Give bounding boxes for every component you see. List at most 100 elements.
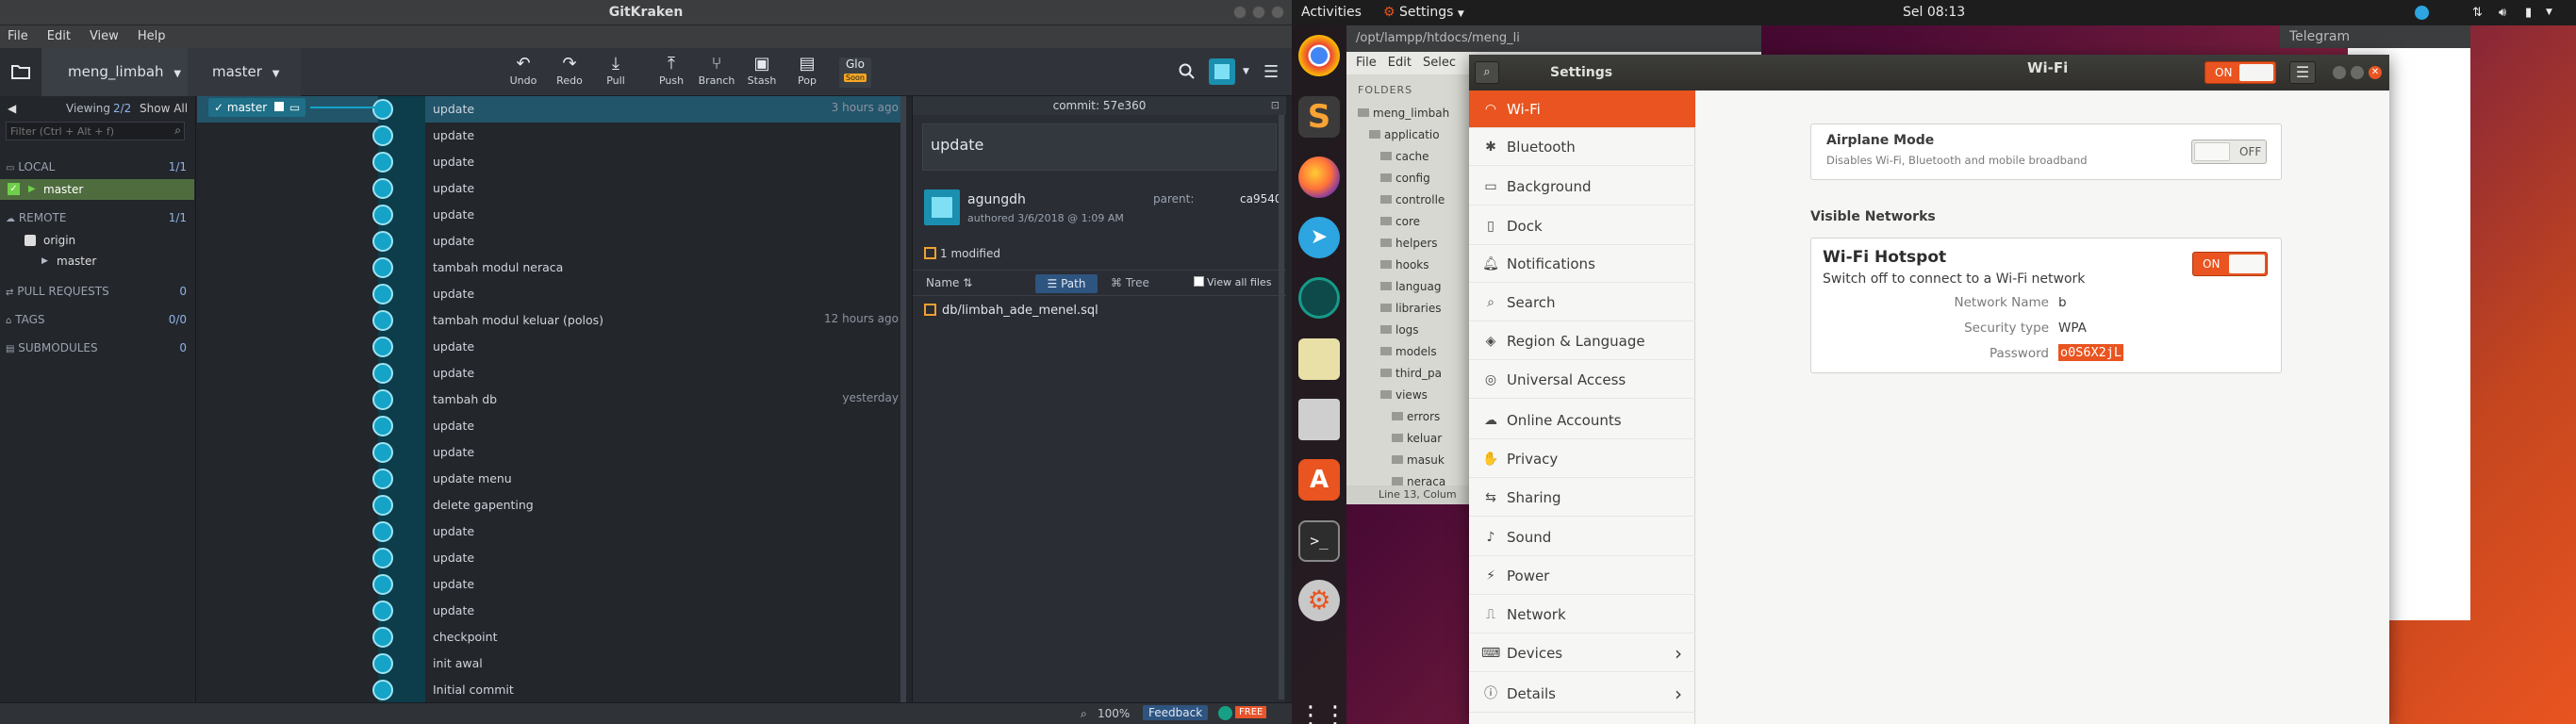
commit-avatar-node[interactable] xyxy=(372,310,393,331)
close-button[interactable] xyxy=(1271,6,1284,19)
undo-button[interactable]: ↶ Undo xyxy=(503,54,544,87)
maximize-button[interactable] xyxy=(1252,6,1265,19)
sidebar-item-online-accounts[interactable]: ☁ Online Accounts xyxy=(1469,402,1695,439)
terminal-icon[interactable]: >_ xyxy=(1298,520,1340,562)
commit-row[interactable]: tambah modul keluar (polos) 12 hours ago xyxy=(197,307,906,334)
commit-row[interactable]: update xyxy=(197,334,906,360)
folder-icon[interactable] xyxy=(0,48,41,96)
minimize-button[interactable] xyxy=(2333,66,2346,79)
detail-scrollbar[interactable] xyxy=(1279,115,1284,699)
commit-avatar-node[interactable] xyxy=(372,521,393,542)
commit-row[interactable]: update xyxy=(197,571,906,598)
commit-row[interactable]: update xyxy=(197,439,906,466)
local-branch-item[interactable]: ✓ ▶ master xyxy=(0,179,194,200)
sidebar-item-universal-access[interactable]: ◎ Universal Access xyxy=(1469,361,1695,399)
parent-sha[interactable]: ca9540 xyxy=(1240,192,1282,206)
remote-origin-item[interactable]: origin xyxy=(0,230,194,251)
sidebar-item-details[interactable]: ⓘ Details › xyxy=(1469,675,1695,713)
commit-avatar-node[interactable] xyxy=(372,284,393,304)
hamburger-menu-icon[interactable]: ☰ xyxy=(2289,61,2316,84)
pull-requests-header[interactable]: ⇄ PULL REQUESTS 0 xyxy=(0,281,194,302)
commit-avatar-node[interactable] xyxy=(372,627,393,648)
remote-branch-item[interactable]: ▶ master xyxy=(0,251,194,272)
commit-row[interactable]: init awal xyxy=(197,650,906,677)
clock[interactable]: Sel 08:13 xyxy=(1903,0,1965,25)
volume-icon[interactable]: 🔊︎ xyxy=(2499,0,2506,25)
folder-tree-item[interactable]: applicatio xyxy=(1369,128,1440,141)
folder-tree-item[interactable]: config xyxy=(1380,172,1430,185)
commit-row[interactable]: update xyxy=(197,545,906,571)
remote-section-header[interactable]: ☁ REMOTE 1/1 xyxy=(0,207,194,228)
commit-message[interactable]: update xyxy=(922,123,1277,171)
sidebar-item-dock[interactable]: ▯ Dock xyxy=(1469,207,1695,245)
back-icon[interactable]: ◀ xyxy=(8,98,16,119)
menu-file[interactable]: File xyxy=(1356,52,1377,74)
sidebar-item-power[interactable]: ⚡ Power xyxy=(1469,557,1695,595)
repo-selector[interactable]: meng_limbah ▼ xyxy=(41,48,188,96)
files-icon[interactable] xyxy=(1298,399,1340,440)
submodules-header[interactable]: ▤ SUBMODULES 0 xyxy=(0,337,194,358)
activities-button[interactable]: Activities xyxy=(1301,0,1362,25)
software-center-icon[interactable]: A xyxy=(1298,459,1340,501)
menu-file[interactable]: File xyxy=(8,25,28,48)
sidebar-item-devices[interactable]: ⌨ Devices › xyxy=(1469,634,1695,672)
commit-row[interactable]: update xyxy=(197,413,906,439)
tree-view-button[interactable]: ⌘ Tree xyxy=(1111,276,1149,289)
name-sort-header[interactable]: Name ⇅ xyxy=(926,276,972,289)
settings-icon[interactable]: ⚙ xyxy=(1298,580,1340,621)
changed-file-item[interactable]: db/limbah_ade_menel.sql xyxy=(913,304,1286,324)
redo-button[interactable]: ↷ Redo xyxy=(549,54,590,87)
commit-avatar-node[interactable] xyxy=(372,495,393,516)
sidebar-item-sound[interactable]: ♪ Sound xyxy=(1469,518,1695,556)
branch-selector[interactable]: master ▼ xyxy=(188,48,301,96)
sublime-text-icon[interactable]: S xyxy=(1298,96,1340,138)
firefox-icon[interactable] xyxy=(1298,156,1340,198)
commit-avatar-node[interactable] xyxy=(372,469,393,489)
folder-tree-item[interactable]: third_pa xyxy=(1380,367,1442,380)
commit-avatar-node[interactable] xyxy=(372,389,393,410)
commit-row[interactable]: update xyxy=(197,202,906,228)
wifi-master-toggle[interactable]: ON xyxy=(2204,61,2276,84)
feedback-button[interactable]: Feedback xyxy=(1143,705,1209,720)
airplane-mode-toggle[interactable]: OFF xyxy=(2191,140,2267,164)
search-icon[interactable] xyxy=(1179,48,1197,96)
folder-tree-item[interactable]: models xyxy=(1380,345,1437,358)
menu-edit[interactable]: Edit xyxy=(47,25,71,48)
hotspot-toggle[interactable]: ON xyxy=(2192,252,2268,276)
glo-button[interactable]: Glo Soon xyxy=(839,58,871,88)
battery-icon[interactable]: ▮ xyxy=(2525,0,2532,25)
telegram-tray-icon[interactable] xyxy=(2415,6,2429,20)
commit-avatar-node[interactable] xyxy=(372,574,393,595)
commit-row[interactable]: Initial commit xyxy=(197,677,906,702)
commit-avatar-node[interactable] xyxy=(372,99,393,120)
branch-tag-master[interactable]: ✓ master ▭ xyxy=(208,98,306,117)
avatar[interactable] xyxy=(1209,48,1239,96)
commit-avatar-node[interactable] xyxy=(372,337,393,357)
commit-row[interactable]: update xyxy=(197,360,906,387)
telegram-icon[interactable]: ➤ xyxy=(1298,217,1340,258)
maximize-button[interactable] xyxy=(2351,66,2364,79)
free-badge[interactable]: FREE xyxy=(1235,706,1267,718)
tags-header[interactable]: ⌂ TAGS 0/0 xyxy=(0,309,194,330)
folder-tree-item[interactable]: core xyxy=(1380,215,1420,228)
commit-avatar-node[interactable] xyxy=(372,363,393,384)
zoom-level[interactable]: 100% xyxy=(1098,707,1130,720)
folder-tree-item[interactable]: views xyxy=(1380,388,1428,402)
sidebar-item-background[interactable]: ▭ Background xyxy=(1469,168,1695,206)
commit-sha[interactable]: commit: 57e360 xyxy=(913,96,1286,115)
commit-avatar-node[interactable] xyxy=(372,205,393,225)
push-button[interactable]: ⤒ Push xyxy=(651,54,692,87)
commit-avatar-node[interactable] xyxy=(372,601,393,621)
folder-tree-item[interactable]: masuk xyxy=(1392,453,1445,467)
folder-tree-item[interactable]: keluar xyxy=(1392,432,1442,445)
filter-input[interactable] xyxy=(6,122,185,140)
folder-tree-item[interactable]: cache xyxy=(1380,150,1429,163)
chrome-icon[interactable] xyxy=(1298,35,1340,76)
expand-icon[interactable]: ⊡ xyxy=(1271,99,1280,111)
commit-avatar-node[interactable] xyxy=(372,442,393,463)
password-value[interactable]: o0S6X2jL xyxy=(2058,344,2124,361)
menu-edit[interactable]: Edit xyxy=(1388,52,1412,74)
checkbox[interactable] xyxy=(1194,276,1204,287)
commit-avatar-node[interactable] xyxy=(372,548,393,568)
view-all-files-toggle[interactable]: View all files xyxy=(1194,276,1271,288)
